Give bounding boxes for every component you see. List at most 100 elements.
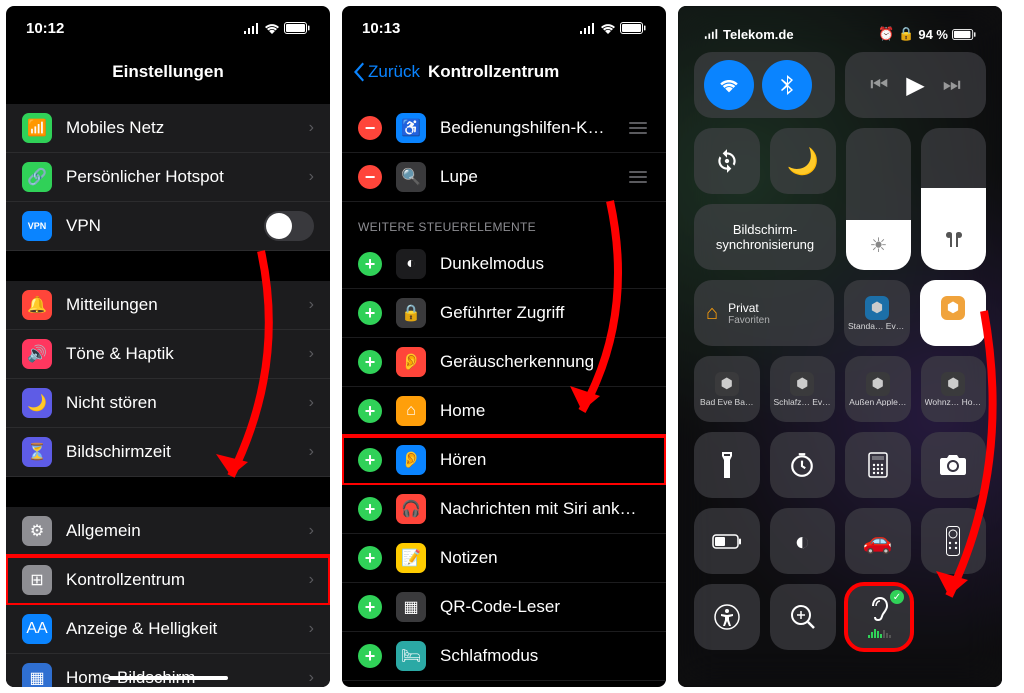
more-control-qr-code-leser[interactable]: + ▦ QR-Code-Leser bbox=[342, 583, 666, 632]
included-control-lupe[interactable]: −🔍Lupe bbox=[342, 153, 666, 202]
chevron-right-icon: › bbox=[309, 345, 314, 363]
status-indicators: ⏰ 🔒 94 % bbox=[878, 26, 976, 42]
timer-tile[interactable] bbox=[770, 432, 836, 498]
more-control-ger-uscherkennung[interactable]: +👂Geräuscherkennung bbox=[342, 338, 666, 387]
brightness-slider[interactable]: ☀ bbox=[846, 128, 911, 270]
chevron-right-icon: › bbox=[309, 571, 314, 589]
settings-row-anzeige-helligkeit[interactable]: AAAnzeige & Helligkeit› bbox=[6, 605, 330, 654]
media-controls[interactable]: ⏮ ▶ ⏭ bbox=[845, 52, 986, 118]
add-button[interactable]: + bbox=[358, 448, 382, 472]
settings-row-allgemein[interactable]: ⚙Allgemein› bbox=[6, 507, 330, 556]
settings-row-t-ne-haptik[interactable]: 🔊Töne & Haptik› bbox=[6, 330, 330, 379]
status-indicators bbox=[243, 22, 310, 34]
camera-tile[interactable] bbox=[921, 432, 987, 498]
next-track-icon[interactable]: ⏭ bbox=[943, 74, 961, 97]
more-control-schlafmodus[interactable]: +🛏Schlafmodus bbox=[342, 632, 666, 681]
home-accessory-tile[interactable]: ⬢Standa… Eve Th… bbox=[844, 280, 910, 346]
home-accessory-tile[interactable]: ⬢Wohnz… Home… bbox=[921, 356, 987, 422]
settings-row-bildschirmzeit[interactable]: ⏳Bildschirmzeit› bbox=[6, 428, 330, 477]
settings-row-nicht-st-ren[interactable]: 🌙Nicht stören› bbox=[6, 379, 330, 428]
row-label: Dunkelmodus bbox=[440, 254, 650, 274]
wifi-toggle[interactable] bbox=[704, 60, 754, 110]
drag-handle[interactable] bbox=[626, 122, 650, 134]
home-accessory-tile[interactable]: ⬢Außen Apple… bbox=[845, 356, 911, 422]
play-icon[interactable]: ▶ bbox=[906, 71, 924, 100]
chevron-right-icon: › bbox=[309, 394, 314, 412]
settings-row-mobiles-netz[interactable]: 📶Mobiles Netz› bbox=[6, 104, 330, 153]
active-check-icon: ✓ bbox=[890, 590, 904, 604]
magnifier-tile[interactable] bbox=[770, 584, 836, 650]
row-label: Geräuscherkennung bbox=[440, 352, 650, 372]
rotation-lock-icon: 🔒 bbox=[898, 26, 914, 42]
volume-slider[interactable] bbox=[921, 128, 986, 270]
vpn-toggle[interactable] bbox=[264, 211, 314, 241]
add-button[interactable]: + bbox=[358, 252, 382, 276]
low-power-tile[interactable] bbox=[694, 508, 760, 574]
dark-mode-tile[interactable]: ◐ bbox=[770, 508, 836, 574]
home-accessory-tile[interactable]: ⬢Büro Eve Th… bbox=[920, 280, 986, 346]
row-label: Geführter Zugriff bbox=[440, 303, 650, 323]
vpn-icon: VPN bbox=[22, 211, 52, 241]
settings-row-home-bildschirm[interactable]: ▦Home-Bildschirm› bbox=[6, 654, 330, 687]
home-bildschirm-icon: ▦ bbox=[22, 663, 52, 687]
home-accessory-tile[interactable]: ⬢Bad Eve Ba… bbox=[694, 356, 760, 422]
row-label: Home bbox=[440, 401, 650, 421]
calculator-tile[interactable] bbox=[845, 432, 911, 498]
remove-button[interactable]: − bbox=[358, 116, 382, 140]
accessory-icon: ⬢ bbox=[866, 372, 890, 396]
status-bar: Telekom.de ⏰ 🔒 94 % bbox=[694, 16, 986, 52]
more-control-nachrichten-mit-siri-ank-[interactable]: +🎧Nachrichten mit Siri ank… bbox=[342, 485, 666, 534]
add-button[interactable]: + bbox=[358, 350, 382, 374]
settings-row-vpn[interactable]: VPN VPN bbox=[6, 202, 330, 251]
back-button[interactable]: Zurück bbox=[354, 62, 420, 82]
home-indicator[interactable] bbox=[108, 676, 228, 680]
settings-row-mitteilungen[interactable]: 🔔Mitteilungen› bbox=[6, 281, 330, 330]
drag-handle[interactable] bbox=[626, 171, 650, 183]
hearing-tile[interactable]: ✓ bbox=[846, 584, 912, 650]
page-title: Kontrollzentrum bbox=[428, 62, 559, 82]
notizen-icon: 📝 bbox=[396, 543, 426, 573]
chevron-right-icon: › bbox=[309, 669, 314, 687]
mobiles-netz-icon: 📶 bbox=[22, 113, 52, 143]
pers-nlicher-hotspot-icon: 🔗 bbox=[22, 162, 52, 192]
prev-track-icon[interactable]: ⏮ bbox=[870, 74, 888, 97]
t-ne-haptik-icon: 🔊 bbox=[22, 339, 52, 369]
home-tile[interactable]: ⌂ Privat Favoriten bbox=[694, 280, 834, 346]
add-button[interactable]: + bbox=[358, 301, 382, 325]
row-label: VPN bbox=[66, 216, 250, 236]
add-button[interactable]: + bbox=[358, 644, 382, 668]
more-control-home[interactable]: +⌂Home bbox=[342, 387, 666, 436]
row-label: QR-Code-Leser bbox=[440, 597, 650, 617]
screen-mirroring-tile[interactable]: Bildschirm- synchronisierung bbox=[694, 204, 836, 270]
more-control-h-ren[interactable]: +👂Hören bbox=[342, 436, 666, 485]
dunkelmodus-icon: ◐ bbox=[396, 249, 426, 279]
more-control-dunkelmodus[interactable]: + ◐ Dunkelmodus bbox=[342, 240, 666, 289]
chevron-right-icon: › bbox=[309, 296, 314, 314]
remove-button[interactable]: − bbox=[358, 165, 382, 189]
more-control-notizen[interactable]: +📝Notizen bbox=[342, 534, 666, 583]
dnd-tile[interactable]: 🌙 bbox=[770, 128, 836, 194]
tile-label: Bad Eve Ba… bbox=[700, 398, 753, 407]
apple-tv-remote-tile[interactable] bbox=[921, 508, 987, 574]
flashlight-tile[interactable] bbox=[694, 432, 760, 498]
rotation-lock-tile[interactable] bbox=[694, 128, 760, 194]
settings-row-pers-nlicher-hotspot[interactable]: 🔗Persönlicher Hotspot› bbox=[6, 153, 330, 202]
included-control-bedienungshilfen-k-[interactable]: −♿Bedienungshilfen-K… bbox=[342, 104, 666, 153]
home-accessory-tile[interactable]: ⬢Schlafz… Eve En… bbox=[770, 356, 836, 422]
add-button[interactable]: + bbox=[358, 399, 382, 423]
carplay-tile[interactable]: 🚗 bbox=[845, 508, 911, 574]
home-icon: ⌂ bbox=[706, 302, 718, 325]
qr-code-leser-icon: ▦ bbox=[396, 592, 426, 622]
more-control-gef-hrter-zugriff[interactable]: +🔒Geführter Zugriff bbox=[342, 289, 666, 338]
tile-label: Standa… Eve Th… bbox=[848, 322, 906, 331]
row-label: Persönlicher Hotspot bbox=[66, 167, 295, 187]
add-button[interactable]: + bbox=[358, 546, 382, 570]
accessibility-tile[interactable] bbox=[694, 584, 760, 650]
settings-row-kontrollzentrum[interactable]: ⊞Kontrollzentrum› bbox=[6, 556, 330, 605]
add-button[interactable]: + bbox=[358, 595, 382, 619]
section-header-more: WEITERE STEUERELEMENTE bbox=[342, 202, 666, 240]
bluetooth-toggle[interactable] bbox=[762, 60, 812, 110]
add-button[interactable]: + bbox=[358, 497, 382, 521]
connectivity-group[interactable] bbox=[694, 52, 835, 118]
accessory-icon: ⬢ bbox=[941, 296, 965, 320]
